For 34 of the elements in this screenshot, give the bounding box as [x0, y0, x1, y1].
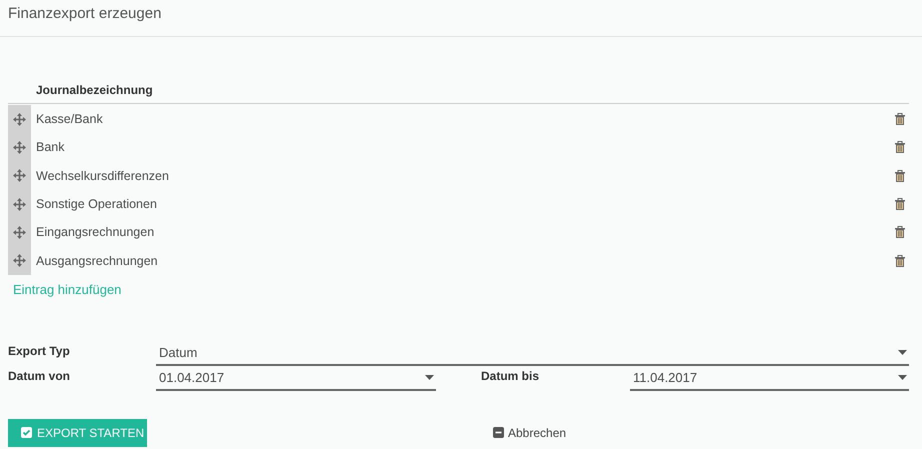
journal-name: Eingangsrechnungen — [35, 225, 156, 240]
field-label: Datum von — [8, 368, 72, 385]
move-icon[interactable] — [13, 226, 26, 239]
field-label: Export Typ — [8, 344, 71, 360]
trash-icon[interactable] — [895, 113, 905, 126]
trash-icon[interactable] — [895, 254, 905, 267]
journal-name: Sonstige Operationen — [35, 197, 158, 212]
trash-icon[interactable] — [895, 226, 905, 238]
date-from-select[interactable]: 01.04.2017 — [156, 368, 436, 391]
export-type-select[interactable]: Datum — [156, 342, 909, 366]
minus-square-icon — [493, 427, 504, 438]
journal-name: Bank — [35, 140, 66, 154]
journal-name: Wechselkursdifferenzen — [35, 168, 170, 183]
move-icon[interactable] — [13, 254, 26, 268]
trash-icon[interactable] — [895, 170, 905, 182]
page-title: Finanzexport erzeugen — [8, 5, 162, 22]
trash-icon[interactable] — [895, 141, 905, 154]
field-label: Datum bis — [481, 368, 540, 385]
caret-icon — [425, 374, 434, 380]
caret-icon — [898, 350, 907, 355]
drag-handle[interactable] — [8, 105, 31, 134]
move-icon[interactable] — [13, 140, 26, 154]
date-to-select[interactable]: 11.04.2017 — [630, 368, 909, 391]
cancel-button[interactable]: Abbrechen — [493, 426, 566, 440]
checkbox-icon — [21, 427, 32, 438]
caret-icon — [898, 374, 907, 380]
journal-name: Kasse/Bank — [35, 112, 104, 126]
column-header: Journalbezeichnung — [8, 83, 909, 104]
trash-icon[interactable] — [895, 198, 905, 210]
move-icon[interactable] — [13, 198, 26, 211]
drag-handle[interactable] — [8, 246, 31, 275]
move-icon[interactable] — [13, 169, 26, 182]
journal-name: Ausgangsrechnungen — [35, 254, 159, 268]
move-icon[interactable] — [13, 112, 26, 126]
